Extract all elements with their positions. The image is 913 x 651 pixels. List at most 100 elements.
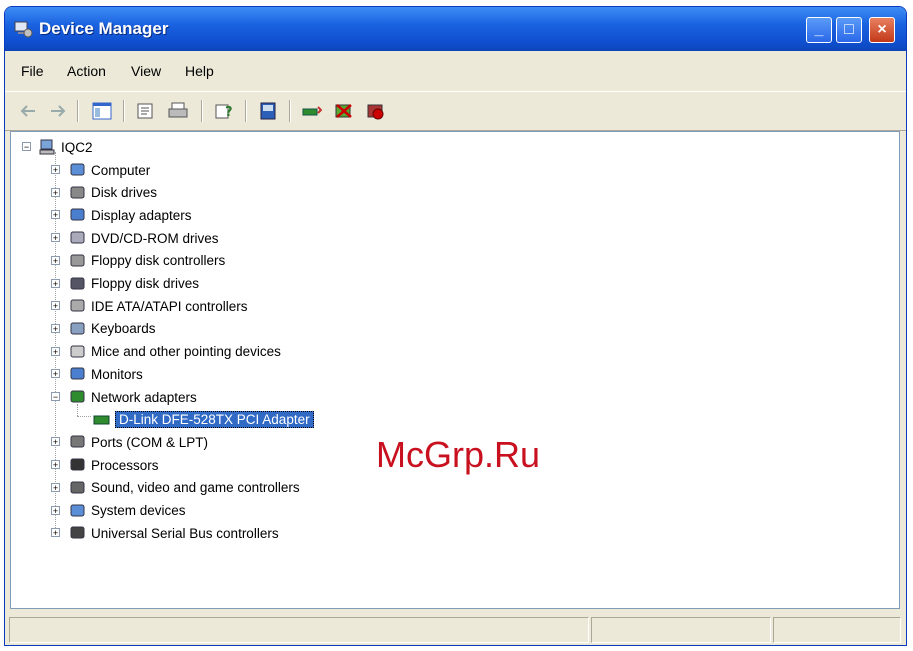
show-hide-tree-icon[interactable] <box>91 100 113 122</box>
port-icon <box>70 435 85 448</box>
tree-item-label: Disk drives <box>91 185 158 201</box>
disable-icon[interactable] <box>365 100 387 122</box>
tree-item[interactable]: Keyboards <box>69 318 156 340</box>
device-tree[interactable]: − IQC2 + Computer + Disk drives + Display ada… <box>10 131 900 609</box>
properties-icon[interactable] <box>135 100 157 122</box>
tree-item-label: Keyboards <box>91 321 156 337</box>
tree-item-label: Monitors <box>91 366 143 382</box>
ide-controller-icon <box>70 299 85 312</box>
tree-item-label: DVD/CD-ROM drives <box>91 230 219 246</box>
computer-icon <box>70 163 85 176</box>
minimize-button[interactable]: _ <box>806 17 832 43</box>
tree-root-label: IQC2 <box>61 139 93 155</box>
expand-toggle[interactable]: + <box>51 505 60 515</box>
expand-toggle[interactable]: + <box>51 482 60 492</box>
tree-item[interactable]: Floppy disk controllers <box>69 250 225 272</box>
expand-toggle[interactable]: + <box>51 528 60 538</box>
tree-item-label: Sound, video and game controllers <box>91 480 300 496</box>
help-icon[interactable]: ? <box>213 100 235 122</box>
expand-toggle[interactable]: + <box>51 460 60 470</box>
toolbar: ? <box>5 91 906 131</box>
scan-hardware-icon[interactable] <box>257 100 279 122</box>
keyboard-icon <box>70 322 85 335</box>
tree-item[interactable]: Sound, video and game controllers <box>69 477 300 499</box>
watermark-text: McGrp.Ru <box>376 434 541 475</box>
tree-item[interactable]: System devices <box>69 500 186 522</box>
update-driver-icon[interactable] <box>301 100 323 122</box>
tree-item-label: System devices <box>91 503 186 518</box>
expand-toggle[interactable]: + <box>51 437 60 447</box>
cdrom-icon <box>70 231 85 244</box>
tree-item[interactable]: Disk drives <box>69 182 157 204</box>
menu-help[interactable]: Help <box>185 63 214 79</box>
monitor-icon <box>70 367 85 380</box>
usb-icon <box>70 526 85 539</box>
expand-toggle[interactable]: + <box>51 233 60 243</box>
tree-item[interactable]: Universal Serial Bus controllers <box>69 522 279 544</box>
tree-item[interactable]: Mice and other pointing devices <box>69 341 281 363</box>
forward-arrow-icon[interactable] <box>47 100 69 122</box>
expand-toggle[interactable]: + <box>51 255 60 265</box>
menu-view[interactable]: View <box>131 63 161 79</box>
tree-item-label: Network adapters <box>91 389 197 405</box>
uninstall-icon[interactable] <box>333 100 355 122</box>
root-collapse-toggle[interactable]: − <box>22 142 31 152</box>
computer-root-icon <box>39 139 55 155</box>
display-adapter-icon <box>70 208 85 221</box>
selected-device-label: D-Link DFE-528TX PCI Adapter <box>115 411 314 429</box>
print-icon[interactable] <box>167 100 189 122</box>
tree-item[interactable]: Ports (COM & LPT) <box>69 431 208 453</box>
tree-item[interactable]: DVD/CD-ROM drives <box>69 227 219 249</box>
device-manager-icon <box>14 21 33 38</box>
status-pane-main <box>9 617 589 643</box>
expand-toggle[interactable]: + <box>51 210 60 220</box>
status-pane-2 <box>591 617 771 643</box>
close-button[interactable]: × <box>869 17 895 43</box>
tree-item-label: Mice and other pointing devices <box>91 344 281 360</box>
disk-drive-icon <box>70 186 85 199</box>
expand-toggle[interactable]: − <box>51 392 60 402</box>
tree-item[interactable]: Monitors <box>69 363 143 385</box>
tree-root[interactable]: IQC2 <box>39 136 93 158</box>
tree-child-selected[interactable]: D-Link DFE-528TX PCI Adapter <box>93 409 314 431</box>
expand-toggle[interactable]: + <box>51 278 60 288</box>
maximize-button[interactable]: □ <box>836 17 862 43</box>
tree-item-label: Processors <box>91 457 159 473</box>
tree-item[interactable]: Computer <box>69 159 150 181</box>
processor-icon <box>70 458 85 471</box>
expand-toggle[interactable]: + <box>51 369 60 379</box>
menu-file[interactable]: File <box>21 63 44 79</box>
tree-item[interactable]: Processors <box>69 454 159 476</box>
expand-toggle[interactable]: + <box>51 346 60 356</box>
tree-item[interactable]: Floppy disk drives <box>69 273 199 295</box>
floppy-drive-icon <box>70 277 85 289</box>
expand-toggle[interactable]: + <box>51 187 60 197</box>
expand-toggle[interactable]: + <box>51 165 60 175</box>
expand-toggle[interactable]: + <box>51 323 60 333</box>
tree-item-label: Display adapters <box>91 207 192 223</box>
device-manager-window: Device Manager _ □ × File Action View He… <box>4 6 907 646</box>
title-bar[interactable]: Device Manager _ □ × <box>5 7 906 51</box>
tree-item[interactable]: IDE ATA/ATAPI controllers <box>69 295 248 317</box>
svg-text:?: ? <box>225 105 233 120</box>
network-card-icon <box>93 415 110 425</box>
tree-item-label: Ports (COM & LPT) <box>91 434 209 450</box>
tree-item[interactable]: Network adapters <box>69 386 197 408</box>
status-bar <box>5 613 906 645</box>
menu-action[interactable]: Action <box>67 63 106 79</box>
mouse-icon <box>70 345 85 358</box>
tree-item-label: Floppy disk drives <box>91 276 200 291</box>
tree-item-label: IDE ATA/ATAPI controllers <box>91 298 248 314</box>
expand-toggle[interactable]: + <box>51 301 60 311</box>
menu-bar: File Action View Help <box>5 57 906 87</box>
tree-item-label: Computer <box>91 162 151 178</box>
system-device-icon <box>70 504 85 516</box>
status-pane-3 <box>773 617 901 643</box>
sound-icon <box>70 481 85 494</box>
floppy-controller-icon <box>70 254 85 267</box>
tree-item-label: Universal Serial Bus controllers <box>91 525 279 541</box>
network-adapter-icon <box>70 390 85 403</box>
tree-item[interactable]: Display adapters <box>69 204 192 226</box>
window-title: Device Manager <box>39 19 169 38</box>
back-arrow-icon[interactable] <box>17 100 39 122</box>
